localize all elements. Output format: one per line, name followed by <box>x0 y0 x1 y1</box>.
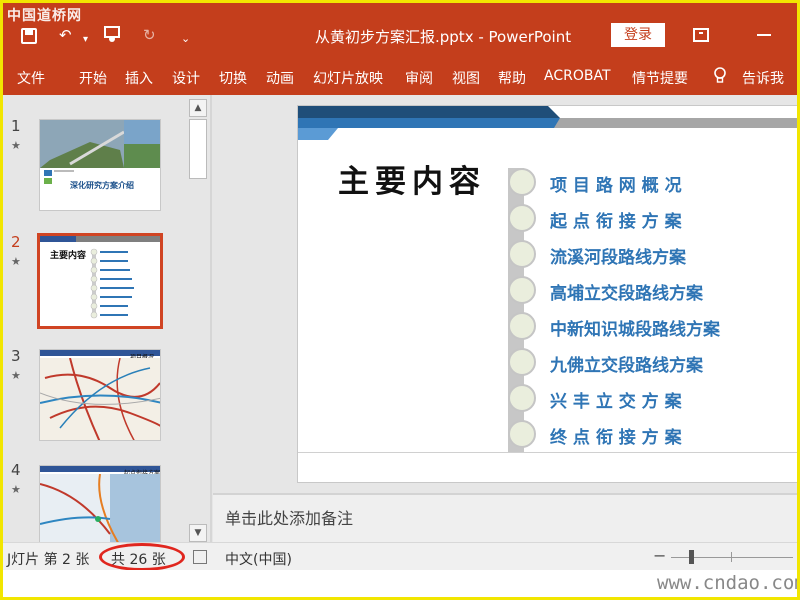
slide-title[interactable]: 主要内容 <box>338 156 486 201</box>
document-title: 从黄初步方案汇报.pptx - PowerPoint <box>315 28 572 46</box>
bullet-circle-icon <box>508 204 536 232</box>
current-slide[interactable]: 主要内容 项 目 路 网 概 况 起 点 衔 接 方 案 流溪河段路线方案 高埔… <box>297 105 797 483</box>
agenda-item-text: 起 点 衔 接 方 案 <box>550 212 682 232</box>
slide-header-decoration <box>298 106 797 140</box>
thumbnails-scrollbar[interactable]: ▲ ▼ <box>189 99 207 542</box>
ribbon-tabs: 文件 开始 插入 设计 切换 动画 幻灯片放映 审阅 视图 帮助 ACROBAT… <box>3 59 797 95</box>
thumbnail-1-image <box>40 120 160 184</box>
tab-home[interactable]: 开始 <box>79 68 107 88</box>
agenda-item-text: 高埔立交段路线方案 <box>550 284 703 304</box>
slide-thumbnail-1[interactable]: 深化研究方案介绍 <box>39 119 161 211</box>
slide-number: 1 <box>11 117 21 135</box>
agenda-item-text: 九佛立交段路线方案 <box>550 356 703 376</box>
animation-star-icon: ★ <box>11 369 21 382</box>
slide-editing-area: 主要内容 项 目 路 网 概 况 起 点 衔 接 方 案 流溪河段路线方案 高埔… <box>213 95 797 493</box>
bullet-circle-icon <box>508 348 536 376</box>
animation-star-icon: ★ <box>11 483 21 496</box>
bullet-circle-icon <box>508 420 536 448</box>
watermark-url: www.cndao.com <box>657 572 800 594</box>
bullet-circle-icon <box>508 240 536 268</box>
spellcheck-icon[interactable] <box>193 550 207 564</box>
tab-insert[interactable]: 插入 <box>125 68 153 88</box>
tell-me-box[interactable]: 告诉我 <box>742 68 784 88</box>
save-icon[interactable] <box>21 28 37 44</box>
notes-placeholder[interactable]: 单击此处添加备注 <box>225 505 353 529</box>
tab-review[interactable]: 审阅 <box>405 68 433 88</box>
agenda-item-text: 终 点 衔 接 方 案 <box>550 428 682 448</box>
slide-number: 2 <box>11 233 21 251</box>
undo-dropdown-icon[interactable]: ▾ <box>83 30 88 50</box>
agenda-item-text: 流溪河段路线方案 <box>550 248 686 268</box>
zoom-slider-thumb[interactable] <box>689 550 694 564</box>
zoom-center-tick <box>731 552 732 562</box>
scroll-down-icon[interactable]: ▼ <box>189 524 207 542</box>
watermark-text: 中国道桥网 <box>7 8 82 24</box>
slide-indicator: J灯片 第 2 张 <box>7 552 90 568</box>
slide-number: 3 <box>11 347 21 365</box>
language-indicator[interactable]: 中文(中国) <box>225 549 292 569</box>
bullet-circle-icon <box>508 168 536 196</box>
scroll-up-icon[interactable]: ▲ <box>189 99 207 117</box>
thumbnail-4-map <box>40 474 160 542</box>
present-from-start-icon[interactable] <box>103 25 121 48</box>
tab-design[interactable]: 设计 <box>172 68 200 88</box>
tab-animations[interactable]: 动画 <box>266 68 294 88</box>
redo-icon[interactable]: ↻ <box>143 25 156 45</box>
tab-storyboarding[interactable]: 情节提要 <box>632 68 688 88</box>
tab-transitions[interactable]: 切换 <box>219 68 247 88</box>
tab-help[interactable]: 帮助 <box>498 68 526 88</box>
zoom-out-icon[interactable]: − <box>653 546 666 565</box>
thumbnail-2-items <box>90 248 134 319</box>
pane-divider[interactable] <box>210 95 212 542</box>
slide-bottom-rule <box>298 452 797 453</box>
tab-view[interactable]: 视图 <box>452 68 480 88</box>
minimize-icon[interactable] <box>757 34 771 36</box>
agenda-item-text: 中新知识城段路线方案 <box>550 320 720 340</box>
slide-thumbnail-4[interactable]: 起点衔接方案 <box>39 465 161 543</box>
thumbnail-1-subtitle: 深化研究方案介绍 <box>70 181 134 190</box>
agenda-item-text: 兴 丰 立 交 方 案 <box>550 392 682 412</box>
slide-thumbnails-pane: 1 ★ 深化研究方案介绍 2 ★ 主要内容 3 ★ 项目概况 4 ★ 起点衔接方… <box>3 95 209 543</box>
slide-number: 4 <box>11 461 21 479</box>
agenda-item-text: 项 目 路 网 概 况 <box>550 176 682 196</box>
bullet-circle-icon <box>508 276 536 304</box>
undo-icon[interactable]: ↶ <box>59 25 72 45</box>
notes-pane[interactable]: 单击此处添加备注 <box>213 493 797 542</box>
scrollbar-thumb[interactable] <box>189 119 207 179</box>
customize-qat-icon[interactable]: ⌄ <box>181 29 190 49</box>
tab-slideshow[interactable]: 幻灯片放映 <box>313 68 383 88</box>
app-window: 中国道桥网 ↶ ▾ ↻ ⌄ 从黄初步方案汇报.pptx - PowerPoint… <box>0 0 800 600</box>
slide-thumbnail-2-selected[interactable]: 主要内容 <box>37 233 163 329</box>
status-bar: J灯片 第 2 张 共 26 张 中文(中国) − <box>3 542 797 571</box>
tab-file[interactable]: 文件 <box>17 68 45 88</box>
highlight-ellipse <box>99 543 185 571</box>
bottom-strip: www.cndao.com <box>3 570 797 597</box>
ribbon-display-options-icon[interactable] <box>693 28 709 42</box>
animation-star-icon: ★ <box>11 139 21 152</box>
lightbulb-icon <box>713 67 727 85</box>
bullet-circle-icon <box>508 312 536 340</box>
slide-thumbnail-3[interactable]: 项目概况 <box>39 349 161 441</box>
thumbnail-3-map <box>40 358 160 440</box>
bullet-circle-icon <box>508 384 536 412</box>
title-bar: 中国道桥网 ↶ ▾ ↻ ⌄ 从黄初步方案汇报.pptx - PowerPoint… <box>3 3 797 59</box>
login-button[interactable]: 登录 <box>611 23 665 47</box>
tab-acrobat[interactable]: ACROBAT <box>544 68 611 84</box>
animation-star-icon: ★ <box>11 255 21 268</box>
